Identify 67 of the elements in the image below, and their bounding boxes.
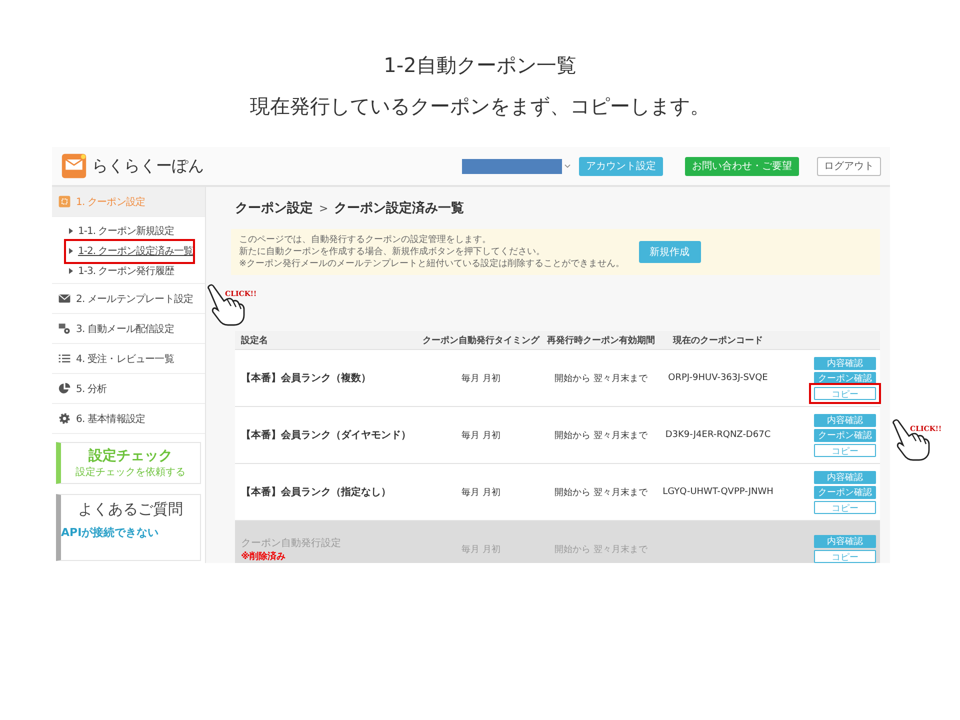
header-button[interactable]: アカウント設定 xyxy=(579,156,663,176)
header-button[interactable]: お問い合わせ・ご要望 xyxy=(685,156,799,176)
table-cell: 開始から 翌々月末まで xyxy=(554,374,648,384)
table-cell: ORPJ-9HUV-363J-SVQE xyxy=(668,373,768,383)
slide-title: 1-2自動クーポン一覧 xyxy=(384,52,576,79)
submenu-link[interactable]: 1-3. クーポン発行履歴 xyxy=(78,264,174,278)
new-button[interactable]: 新規作成 xyxy=(638,241,701,263)
table-cell: LGYQ-UHWT-QVPP-JNWH xyxy=(662,487,774,497)
submenu-link[interactable]: 1-1. クーポン新規設定 xyxy=(78,224,174,238)
breadcrumb-item[interactable]: クーポン設定 xyxy=(235,199,313,217)
pie-chart-icon xyxy=(58,382,71,395)
table-cell: 毎月 月初 xyxy=(462,430,500,440)
check-subtitle: 設定チェックを依頼する xyxy=(76,466,186,479)
action-button[interactable]: コピー xyxy=(814,444,876,456)
column-header: クーポン自動発行タイミング xyxy=(422,334,541,346)
action-button[interactable]: クーポン確認 xyxy=(814,372,876,384)
envelope-icon xyxy=(58,292,71,305)
sidebar-item[interactable]: 4. 受注・レビュー一覧 xyxy=(52,344,205,374)
notice-text: ※クーポン発行メールのメールテンプレートと紐付いている設定は削除することができません。 xyxy=(239,258,625,270)
column-header: 再発行時クーポン有効期間 xyxy=(546,334,656,346)
action-button[interactable]: コピー xyxy=(814,550,876,563)
app-logo-text: らくらくーぽん xyxy=(92,156,204,176)
settings-icon xyxy=(58,412,71,425)
action-button[interactable]: クーポン確認 xyxy=(814,486,876,498)
list-icon xyxy=(58,352,71,365)
breadcrumb-item: クーポン設定済み一覧 xyxy=(334,200,464,217)
notice-text: 新たに自動クーポンを作成する場合、新規作成ボタンを押下してください。 xyxy=(239,246,546,258)
column-header: 設定名 xyxy=(240,334,269,346)
table-cell: 毎月 月初 xyxy=(462,544,500,554)
setting-name: 【本番】会員ランク（複数） xyxy=(241,372,372,385)
notice-text: このページでは、自動発行するクーポンの設定管理をします。 xyxy=(239,234,492,246)
slide-subtitle: 現在発行しているクーポンをまず、コピーします。 xyxy=(250,93,710,120)
action-button[interactable]: 内容確認 xyxy=(814,356,876,370)
sidebar-item[interactable]: 3. 自動メール配信設定 xyxy=(52,314,205,344)
action-button[interactable]: 内容確認 xyxy=(814,470,876,484)
action-button[interactable]: コピー xyxy=(814,500,876,514)
envelope-logo-icon xyxy=(61,153,87,179)
header-button[interactable]: ログアウト xyxy=(817,156,881,176)
action-button[interactable]: クーポン確認 xyxy=(814,428,876,442)
setting-name: 【本番】会員ランク（ダイヤモンド） xyxy=(241,428,412,442)
column-header: 現在のクーポンコード xyxy=(672,334,764,346)
table-cell: 開始から 翌々月末まで xyxy=(554,430,648,440)
sidebar-item[interactable]: 2. メールテンプレート設定 xyxy=(52,284,205,314)
deleted-note: ※削除済み xyxy=(241,550,287,562)
breadcrumb-separator: > xyxy=(319,202,328,214)
sidebar-item[interactable]: 6. 基本情報設定 xyxy=(52,404,205,434)
submenu-link[interactable]: 1-2. クーポン設定済み一覧 xyxy=(78,244,194,258)
table-cell: 毎月 月初 xyxy=(462,374,500,384)
faq-title: よくあるご質問 xyxy=(77,500,184,519)
sidebar-item[interactable]: 5. 分析 xyxy=(52,374,205,404)
sidebar-item[interactable]: 1. クーポン設定 xyxy=(52,187,205,217)
caret-icon[interactable] xyxy=(564,164,571,168)
table-cell: 開始から 翌々月末まで xyxy=(554,488,648,498)
setting-name: 【本番】会員ランク（指定なし） xyxy=(241,485,392,499)
action-button[interactable]: 内容確認 xyxy=(814,414,876,426)
action-button[interactable]: コピー xyxy=(814,386,876,400)
action-button[interactable]: 内容確認 xyxy=(814,535,876,548)
triangle-icon xyxy=(69,228,73,234)
setting-name: クーポン自動発行設定 xyxy=(241,536,342,550)
check-title: 設定チェック xyxy=(88,447,172,465)
table-cell: D3K9-J4ER-RQNZ-D67C xyxy=(665,430,771,440)
table-cell: 毎月 月初 xyxy=(462,488,500,498)
check-card[interactable]: 設定チェック 設定チェックを依頼する xyxy=(56,442,201,484)
table-cell: 開始から 翌々月末まで xyxy=(554,544,648,554)
triangle-icon xyxy=(69,268,73,274)
triangle-icon xyxy=(69,248,73,254)
faq-link[interactable]: APIが接続できない xyxy=(61,525,200,540)
